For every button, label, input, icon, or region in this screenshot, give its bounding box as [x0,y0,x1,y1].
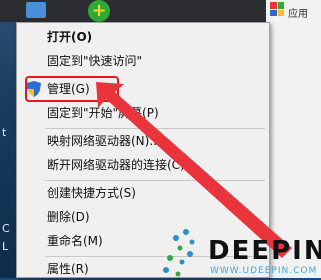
menu-item-open[interactable]: 打开(O) [17,26,269,48]
plus-icon: + [91,0,107,21]
menu-separator [45,128,265,129]
store-icon[interactable]: + [88,0,110,22]
watermark-logo-mark [163,229,195,277]
left-edge-char: t [2,126,7,139]
watermark-logo-text: DEEPIN [208,236,321,266]
highlight-box [25,76,119,102]
menu-item-delete[interactable]: 删除(D) [17,206,269,228]
left-edge-char: L [2,240,9,253]
menu-item-pin-start[interactable]: 固定到"开始"屏幕(P) [17,102,269,124]
menu-item-map-network-drive[interactable]: 映射网络驱动器(N)... [17,130,269,152]
menu-separator [45,180,265,181]
menu-item-pin-quick-access[interactable]: 固定到"快速访问" [17,50,269,72]
left-edge-char: C [2,222,10,235]
menu-item-create-shortcut[interactable]: 创建快捷方式(S) [17,182,269,204]
folder-icon[interactable] [26,2,46,18]
apps-label: 应用 [288,9,308,20]
apps-tiles-icon [270,2,284,16]
watermark-url: WWW.UDEEPIN.COM [210,266,318,276]
menu-item-disconnect-network-drive[interactable]: 断开网络驱动器的连接(C)... [17,154,269,176]
